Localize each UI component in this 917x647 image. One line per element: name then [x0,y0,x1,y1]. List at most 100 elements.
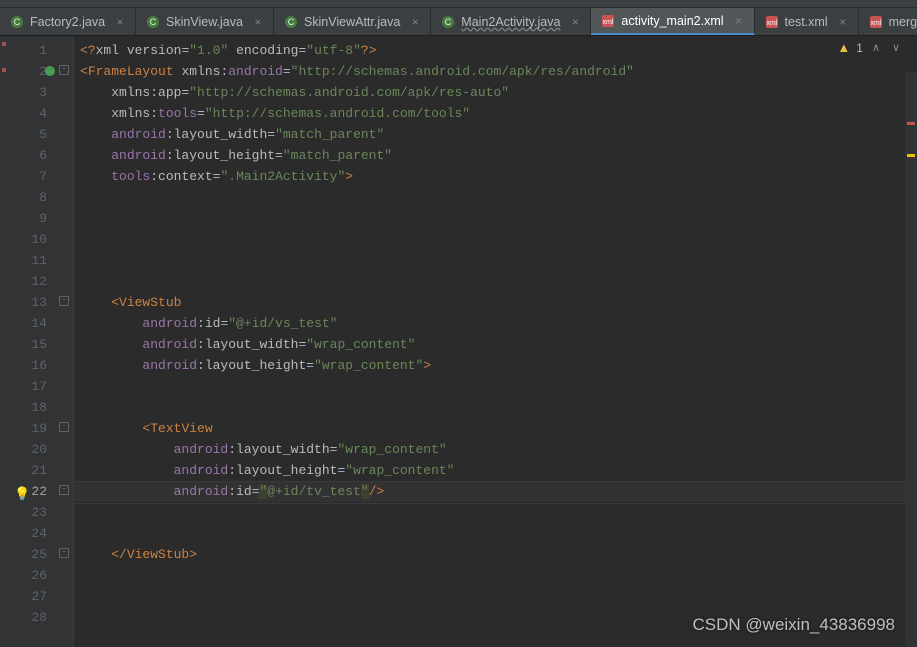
fold-icon[interactable]: − [59,422,69,432]
code-line: xmlns:app="http://schemas.android.com/ap… [74,82,917,103]
line-number: 7 [8,166,73,187]
line-number: 14 [8,313,73,334]
close-icon[interactable]: × [732,14,746,28]
line-number: 4 [8,103,73,124]
close-icon[interactable]: × [568,15,582,29]
line-gutter: 1 2− 3 4 5 6 7 8 9 10 11 12 13− 14 15 16… [8,36,74,647]
line-number: 26 [8,565,73,586]
line-number: 18 [8,397,73,418]
svg-text:xml: xml [603,19,614,26]
fold-icon[interactable]: − [59,548,69,558]
line-number: 16 [8,355,73,376]
line-number: 23 [8,502,73,523]
code-line: android:id="@+id/vs_test" [74,313,917,334]
title-bar-strip [0,0,917,8]
line-number: 5 [8,124,73,145]
tab-skinviewattr[interactable]: C SkinViewAttr.java × [274,8,431,35]
code-line [74,376,917,397]
close-icon[interactable]: × [251,15,265,29]
error-dot [2,68,6,72]
svg-text:C: C [445,17,452,27]
line-number: 19− [8,418,73,439]
code-line: android:layout_width="wrap_content" [74,334,917,355]
error-dot [2,42,6,46]
line-number: 27 [8,586,73,607]
code-line: android:layout_width="wrap_content" [74,439,917,460]
code-line: <FrameLayout xmlns:android="http://schem… [74,61,917,82]
code-line: android:layout_height="match_parent" [74,145,917,166]
code-line-current: android:id="@+id/tv_test"/> [74,481,917,502]
code-line: <ViewStub [74,292,917,313]
tab-label: Main2Activity.java [461,15,560,29]
close-icon[interactable]: × [408,15,422,29]
code-line: <TextView [74,418,917,439]
xml-icon: xml [765,15,779,29]
svg-text:C: C [14,17,21,27]
code-line [74,250,917,271]
warning-marker[interactable] [907,154,915,157]
line-number: 6 [8,145,73,166]
line-number: 9 [8,208,73,229]
code-line: <?xml version="1.0" encoding="utf-8"?> [74,40,917,61]
fold-icon[interactable]: − [59,485,69,495]
line-number: 8 [8,187,73,208]
error-marker[interactable] [907,122,915,125]
chevron-up-icon[interactable]: ∧ [869,41,883,54]
line-number: 10 [8,229,73,250]
line-number: 25− [8,544,73,565]
line-number: 11 [8,250,73,271]
code-line [74,397,917,418]
code-editor[interactable]: 1 2− 3 4 5 6 7 8 9 10 11 12 13− 14 15 16… [0,36,917,647]
tab-main2activity[interactable]: C Main2Activity.java × [431,8,591,35]
code-line [74,187,917,208]
close-icon[interactable]: × [836,15,850,29]
class-icon: C [146,15,160,29]
code-line: android:layout_height="wrap_content"> [74,355,917,376]
error-stripe[interactable] [905,72,917,647]
class-icon: C [10,15,24,29]
code-line: xmlns:tools="http://schemas.android.com/… [74,103,917,124]
tab-label: SkinViewAttr.java [304,15,400,29]
code-line [74,208,917,229]
svg-text:xml: xml [766,20,777,27]
code-line [74,271,917,292]
class-icon: C [284,15,298,29]
code-line [74,502,917,523]
tab-activity-main2-xml[interactable]: xml activity_main2.xml × [591,8,754,35]
code-line [74,523,917,544]
code-line: tools:context=".Main2Activity"> [74,166,917,187]
inspection-widget[interactable]: ▲ 1 ∧ ∨ [837,40,903,55]
svg-text:C: C [288,17,295,27]
line-number: 24 [8,523,73,544]
watermark-text: CSDN @weixin_43836998 [693,615,895,635]
chevron-down-icon[interactable]: ∨ [889,41,903,54]
code-line [74,565,917,586]
code-line [74,586,917,607]
xml-icon: xml [601,14,615,28]
tab-factory2[interactable]: C Factory2.java × [0,8,136,35]
code-line [74,229,917,250]
line-number: 13− [8,292,73,313]
code-area[interactable]: <?xml version="1.0" encoding="utf-8"?> <… [74,36,917,647]
line-number: 12 [8,271,73,292]
svg-text:xml: xml [870,20,881,27]
xml-icon: xml [869,15,883,29]
class-icon: C [441,15,455,29]
code-line: android:layout_width="match_parent" [74,124,917,145]
warning-count: 1 [856,41,863,55]
line-number: 2− [8,61,73,82]
code-line: </ViewStub> [74,544,917,565]
line-number: 💡22− [8,481,73,502]
line-number: 3 [8,82,73,103]
tab-merge-xml[interactable]: xml merge.xml [859,8,917,35]
tab-test-xml[interactable]: xml test.xml × [755,8,859,35]
fold-icon[interactable]: − [59,296,69,306]
warning-icon: ▲ [837,40,850,55]
line-number: 1 [8,40,73,61]
fold-icon[interactable]: − [59,65,69,75]
tab-label: merge.xml [889,15,917,29]
run-gutter-icon[interactable] [45,66,55,76]
tab-skinview[interactable]: C SkinView.java × [136,8,274,35]
tab-label: SkinView.java [166,15,243,29]
close-icon[interactable]: × [113,15,127,29]
